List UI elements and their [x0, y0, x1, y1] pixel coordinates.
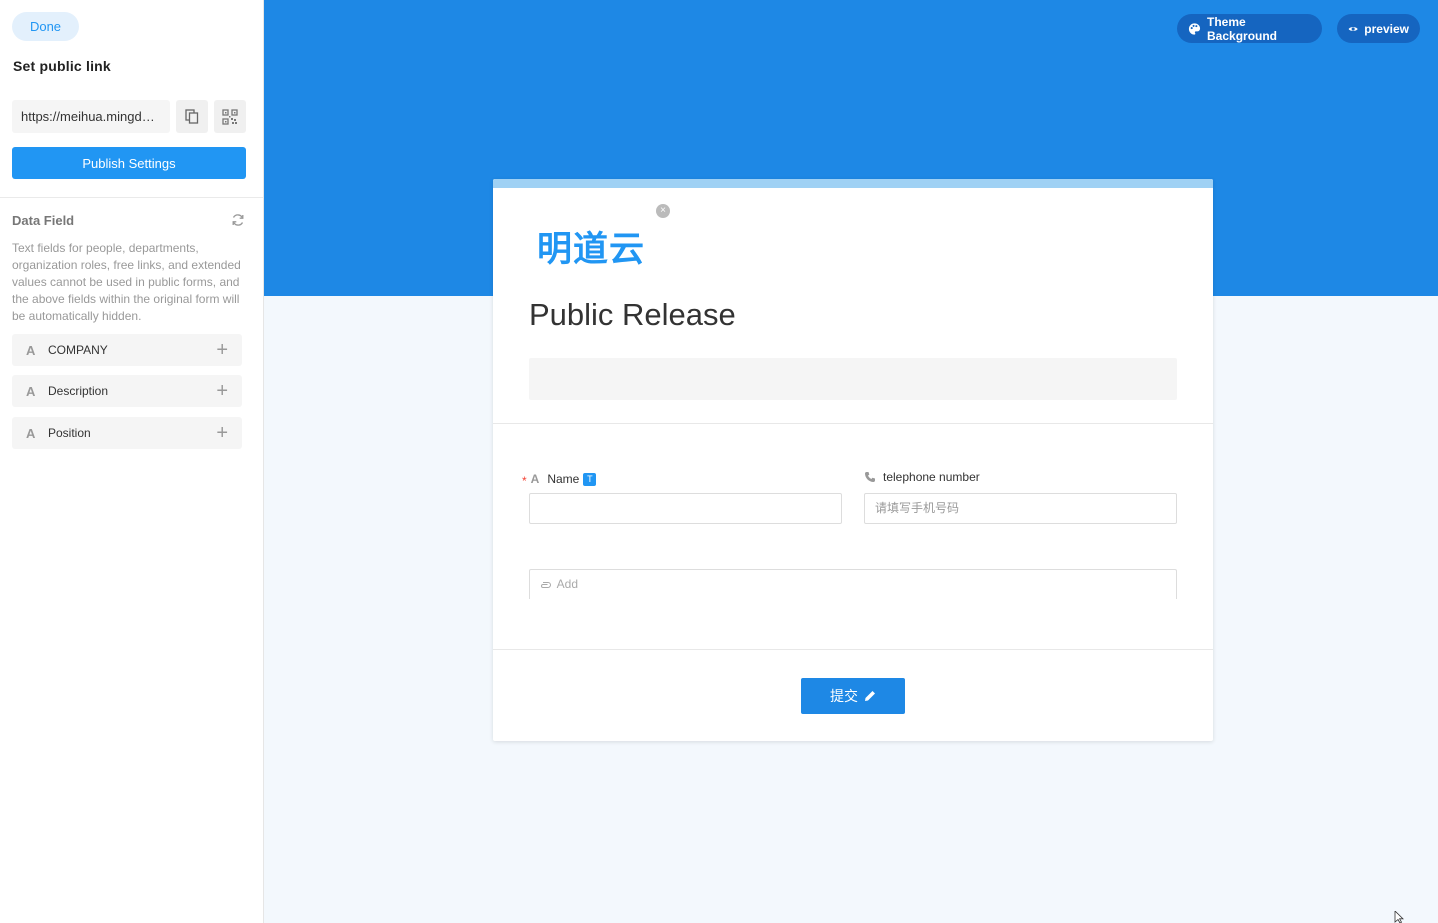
text-field-icon: A	[26, 383, 36, 399]
preview-label: preview	[1364, 21, 1409, 36]
form-title[interactable]: Public Release	[529, 297, 736, 333]
telephone-field-label: telephone number	[864, 470, 980, 484]
data-field-description: Text fields for people, departments, org…	[12, 241, 241, 323]
copy-link-button[interactable]	[176, 100, 208, 133]
pencil-icon	[865, 691, 875, 701]
field-item-label: COMPANY	[48, 343, 108, 357]
plus-icon[interactable]: +	[216, 423, 228, 443]
required-mark: *	[522, 474, 527, 488]
copy-icon	[185, 109, 199, 124]
add-label: Add	[556, 577, 579, 591]
telephone-label-text: telephone number	[883, 470, 980, 484]
title-field-badge: T	[583, 472, 597, 486]
form-card: 明道云 × Public Release * A Name T telephon…	[493, 179, 1213, 741]
done-button[interactable]: Done	[12, 12, 79, 41]
data-field-title: Data Field	[12, 213, 75, 228]
name-label-text: Name	[547, 472, 580, 486]
telephone-input[interactable]: 请填写手机号码	[864, 493, 1177, 524]
submit-label: 提交	[830, 689, 858, 705]
add-attachment-field[interactable]: Add	[529, 569, 1177, 599]
paperclip-icon	[541, 582, 551, 588]
theme-background-label: Theme Background	[1207, 14, 1278, 43]
card-top-accent	[493, 179, 1213, 188]
set-public-link-title: Set public link	[13, 58, 111, 74]
sidebar: Done Set public link https://meihua.ming…	[0, 0, 264, 923]
field-item-label: Position	[48, 426, 91, 440]
refresh-icon[interactable]	[231, 213, 245, 227]
remove-logo-icon[interactable]: ×	[656, 204, 670, 218]
publish-settings-button[interactable]: Publish Settings	[12, 147, 246, 179]
submit-button[interactable]: 提交	[801, 678, 905, 714]
mouse-cursor-icon	[1394, 911, 1404, 923]
palette-icon	[1188, 22, 1201, 35]
text-field-icon: A	[26, 342, 36, 358]
card-divider	[493, 649, 1213, 650]
name-field-label: * A Name T	[522, 470, 597, 488]
field-item-company[interactable]: A COMPANY +	[12, 334, 242, 366]
public-url-field[interactable]: https://meihua.mingdao.com/public/form/.…	[12, 100, 170, 133]
eye-icon	[1348, 26, 1358, 31]
field-item-description[interactable]: A Description +	[12, 375, 242, 407]
form-description-field[interactable]	[529, 358, 1177, 400]
field-item-label: Description	[48, 384, 109, 398]
sidebar-divider	[0, 197, 263, 198]
preview-button[interactable]: preview	[1337, 14, 1420, 43]
text-field-icon: A	[26, 425, 36, 441]
qr-code-icon	[222, 108, 238, 125]
plus-icon[interactable]: +	[216, 381, 228, 401]
plus-icon[interactable]: +	[216, 340, 228, 360]
text-field-icon: A	[530, 472, 540, 486]
theme-background-button[interactable]: Theme Background	[1177, 14, 1322, 43]
name-input[interactable]	[529, 493, 842, 524]
phone-icon	[865, 472, 875, 482]
field-item-position[interactable]: A Position +	[12, 417, 242, 449]
qr-code-button[interactable]	[214, 100, 246, 133]
card-divider	[493, 423, 1213, 424]
company-logo[interactable]: 明道云	[537, 221, 645, 272]
